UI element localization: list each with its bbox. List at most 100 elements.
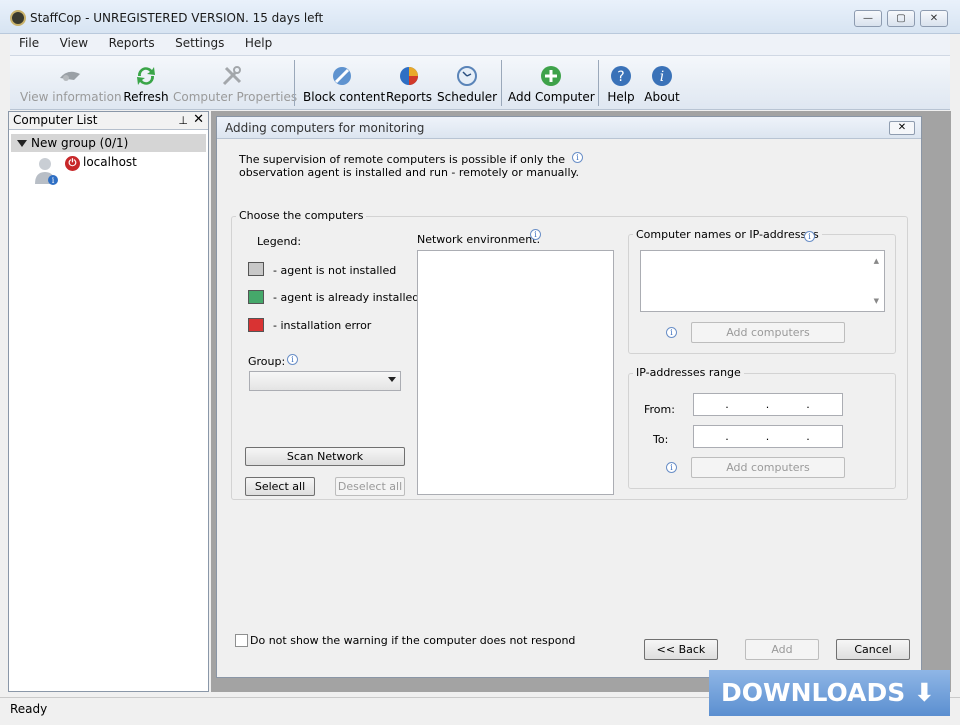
back-button[interactable]: << Back: [644, 639, 718, 660]
network-env-label: Network environment:: [417, 233, 541, 246]
close-panel-icon[interactable]: ✕: [193, 111, 204, 128]
intro-line-2: observation agent is installed and run -…: [239, 166, 579, 179]
intro-line-1: The supervision of remote computers is p…: [239, 153, 565, 166]
status-text: Ready: [10, 702, 48, 716]
group-select[interactable]: [249, 371, 401, 391]
refresh-label: Refresh: [123, 90, 169, 104]
pin-icon[interactable]: ⊥: [178, 112, 188, 129]
add-computer-button[interactable]: Add Computer: [508, 56, 595, 110]
computer-properties-button[interactable]: Computer Properties: [173, 56, 298, 110]
toolbar-separator: [598, 60, 599, 106]
refresh-icon: [137, 67, 155, 85]
menu-bar: File View Reports Settings Help: [10, 34, 950, 56]
menu-help[interactable]: Help: [237, 34, 280, 53]
ip-from-input[interactable]: . . .: [693, 393, 843, 416]
add-button[interactable]: Add: [745, 639, 819, 660]
scheduler-label: Scheduler: [437, 90, 498, 104]
computer-green-icon: [248, 290, 264, 304]
block-content-label: Block content: [303, 90, 386, 104]
view-information-icon: [60, 71, 80, 81]
add-icon: [541, 66, 561, 86]
title-bar: StaffCop - UNREGISTERED VERSION. 15 days…: [0, 0, 960, 34]
menu-settings[interactable]: Settings: [167, 34, 232, 53]
legend-not-installed: - agent is not installed: [273, 264, 397, 277]
view-information-button[interactable]: View information: [20, 56, 122, 110]
info-icon[interactable]: i: [572, 152, 583, 163]
deselect-all-button[interactable]: Deselect all: [335, 477, 405, 496]
computer-list-header: Computer List ⊥ ✕: [9, 112, 208, 130]
svg-text:?: ?: [617, 69, 624, 85]
app-logo-icon: [10, 10, 26, 26]
computer-gray-icon: [248, 262, 264, 276]
maximize-button[interactable]: ▢: [887, 10, 915, 27]
to-label: To:: [653, 433, 669, 446]
help-label: Help: [607, 90, 635, 104]
computer-list-title: Computer List: [13, 113, 98, 127]
watermark-logo: DOWNLOADS ⬇ GURU: [709, 670, 950, 725]
computer-names-input[interactable]: ▲ ▼: [640, 250, 885, 312]
refresh-button[interactable]: Refresh: [122, 56, 170, 110]
computer-red-icon: [248, 318, 264, 332]
minimize-button[interactable]: —: [854, 10, 882, 27]
about-label: About: [644, 90, 680, 104]
about-button[interactable]: i About: [642, 56, 682, 110]
svg-text:i: i: [52, 176, 55, 185]
user-avatar-icon: i: [35, 158, 58, 185]
dialog-title: Adding computers for monitoring: [217, 117, 921, 139]
add-computer-label: Add Computer: [508, 90, 595, 104]
toolbar: View information Refresh Computer Proper…: [10, 56, 950, 110]
from-label: From:: [644, 403, 675, 416]
choose-computers-title: Choose the computers: [236, 209, 367, 222]
help-icon: ?: [611, 66, 631, 86]
menu-reports[interactable]: Reports: [101, 34, 163, 53]
ip-range-title: IP-addresses range: [633, 366, 744, 379]
help-button[interactable]: ? Help: [604, 56, 638, 110]
cancel-button[interactable]: Cancel: [836, 639, 910, 660]
close-window-button[interactable]: ✕: [920, 10, 948, 27]
scan-network-button[interactable]: Scan Network: [245, 447, 405, 466]
add-names-info-icon[interactable]: i: [666, 327, 677, 338]
ip-to-input[interactable]: . . .: [693, 425, 843, 448]
group-label: Group:: [248, 355, 286, 368]
reports-button[interactable]: Reports: [386, 56, 432, 110]
block-content-button[interactable]: Block content: [303, 56, 386, 110]
reports-label: Reports: [386, 90, 433, 104]
dont-show-label: Do not show the warning if the computer …: [250, 634, 576, 647]
host-label: localhost: [83, 155, 137, 169]
add-computers-dialog: Adding computers for monitoring ✕ The su…: [216, 116, 922, 678]
power-icon: ⏻: [65, 156, 80, 171]
computer-list-panel: Computer List ⊥ ✕ New group (0/1) i ⏻ lo…: [8, 111, 209, 692]
add-computers-range-button[interactable]: Add computers: [691, 457, 845, 478]
about-icon: i: [652, 66, 672, 86]
menu-file[interactable]: File: [11, 34, 47, 53]
select-all-button[interactable]: Select all: [245, 477, 315, 496]
view-information-label: View information: [20, 90, 122, 104]
legend-error: - installation error: [273, 319, 372, 332]
add-computers-names-button[interactable]: Add computers: [691, 322, 845, 343]
tree-host-item[interactable]: i ⏻ localhost: [9, 154, 208, 190]
dropdown-arrow-icon: [388, 377, 396, 382]
scheduler-button[interactable]: Scheduler: [437, 56, 497, 110]
network-environment-list[interactable]: [417, 250, 614, 495]
pie-chart-icon: [400, 67, 418, 85]
expand-arrow-icon[interactable]: [17, 140, 27, 147]
group-label: New group (0/1): [31, 136, 129, 150]
intro-text: The supervision of remote computers is p…: [239, 153, 579, 179]
svg-text:i: i: [660, 69, 664, 85]
clock-icon: [457, 66, 477, 86]
names-info-icon[interactable]: i: [804, 231, 815, 242]
scroll-up-icon[interactable]: ▲: [874, 257, 879, 265]
group-info-icon[interactable]: i: [287, 354, 298, 365]
computer-properties-label: Computer Properties: [173, 90, 298, 104]
block-icon: [333, 67, 351, 85]
menu-view[interactable]: View: [52, 34, 96, 53]
network-info-icon[interactable]: i: [530, 229, 541, 240]
dialog-close-button[interactable]: ✕: [889, 121, 915, 135]
scroll-down-icon[interactable]: ▼: [874, 297, 879, 305]
range-info-icon[interactable]: i: [666, 462, 677, 473]
dont-show-checkbox[interactable]: [235, 634, 248, 647]
legend-title: Legend:: [257, 235, 302, 248]
tree-group-item[interactable]: New group (0/1): [11, 134, 206, 152]
toolbar-separator: [294, 60, 295, 106]
legend-installed: - agent is already installed: [273, 291, 420, 304]
